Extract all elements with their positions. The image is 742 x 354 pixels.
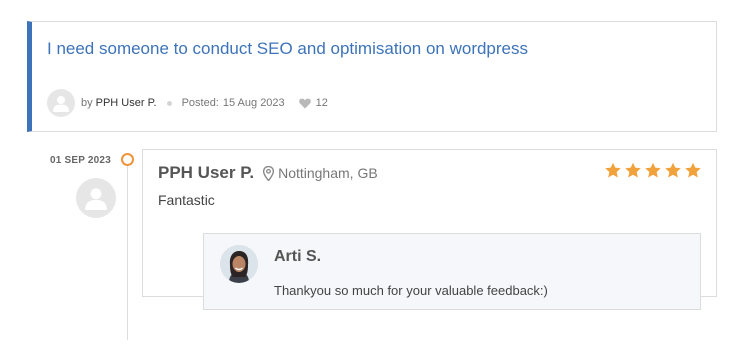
reviewer-avatar-placeholder-icon[interactable]: [76, 178, 116, 218]
star-icon: [604, 162, 622, 179]
reviewer-location: Nottingham, GB: [278, 165, 378, 181]
star-icon: [624, 162, 642, 179]
posted-date: 15 Aug 2023: [222, 97, 285, 109]
review-page: I need someone to conduct SEO and optimi…: [0, 0, 742, 354]
likes-count: 12: [315, 97, 328, 109]
reply-card: Arti S. Thankyou so much for your valuab…: [203, 233, 701, 310]
project-meta: by PPH User P. Posted: 15 Aug 2023 12: [47, 88, 328, 118]
reply-avatar[interactable]: [220, 245, 258, 283]
star-icon: [644, 162, 662, 179]
timeline-line: [127, 165, 128, 340]
separator-dot: [166, 100, 172, 106]
map-pin-icon: [263, 165, 275, 181]
user-avatar-placeholder-icon[interactable]: [47, 89, 75, 117]
reviewer-name-link[interactable]: PPH User P.: [158, 163, 254, 183]
by-label: by: [81, 97, 93, 109]
timeline-date: 01 SEP 2023: [50, 155, 111, 166]
heart-icon[interactable]: [298, 98, 311, 109]
posted-label: Posted:: [181, 97, 219, 109]
star-icon: [684, 162, 702, 179]
project-card: I need someone to conduct SEO and optimi…: [27, 21, 717, 132]
reviewer-row: PPH User P. Nottingham, GB: [158, 163, 378, 183]
star-rating: [604, 162, 702, 179]
reply-author-name[interactable]: Arti S.: [274, 248, 321, 266]
timeline-dot: [121, 153, 134, 166]
star-icon: [664, 162, 682, 179]
project-user-link[interactable]: PPH User P.: [96, 97, 157, 109]
review-text: Fantastic: [158, 192, 215, 208]
reply-text: Thankyou so much for your valuable feedb…: [274, 283, 548, 298]
project-title-link[interactable]: I need someone to conduct SEO and optimi…: [47, 39, 528, 59]
